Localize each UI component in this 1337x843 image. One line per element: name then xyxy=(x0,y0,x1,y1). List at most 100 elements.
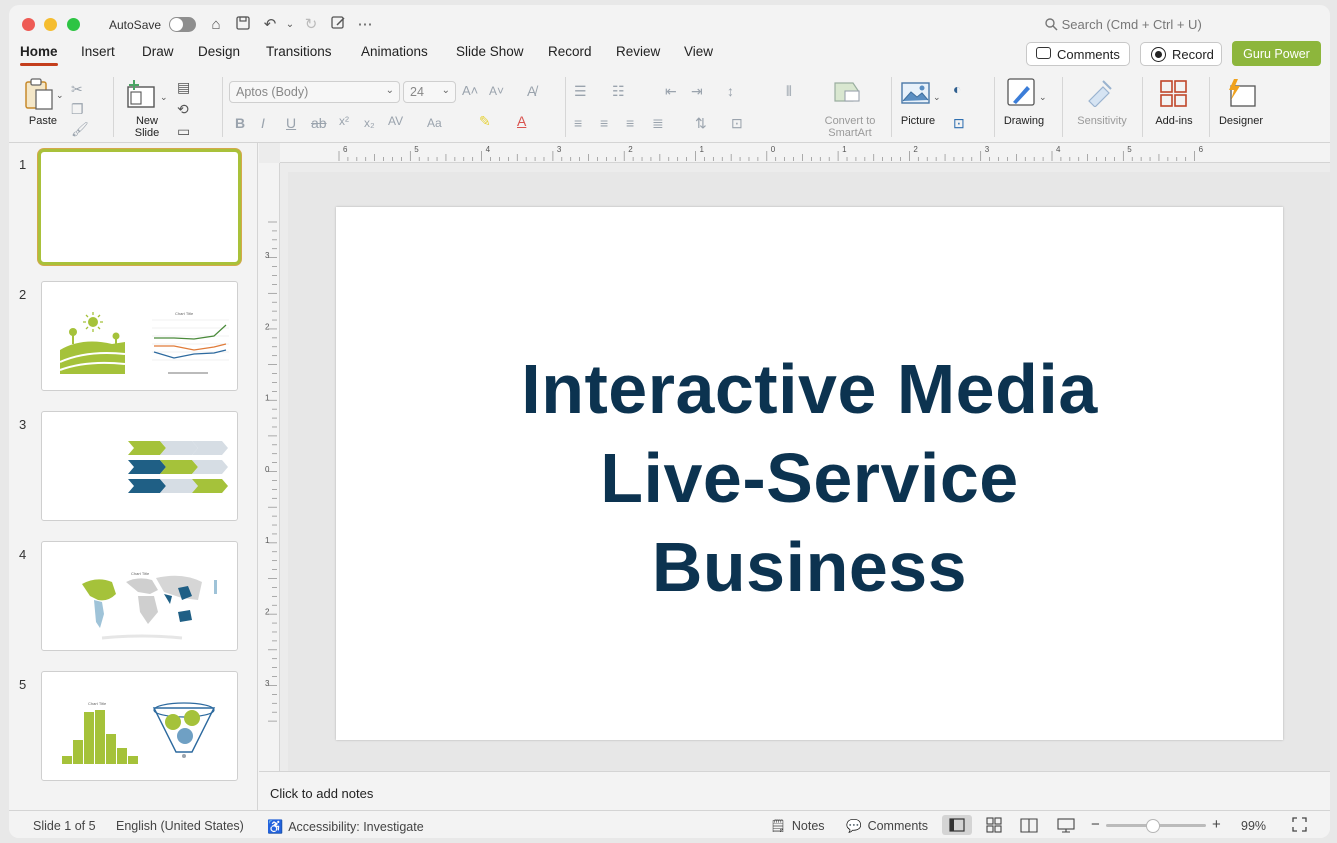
ruler-label: 2 xyxy=(265,608,270,617)
strikethrough-icon[interactable]: ab xyxy=(311,115,327,131)
tab-transitions[interactable]: Transitions xyxy=(266,44,332,59)
drawing-button[interactable]: ⌄ Drawing xyxy=(1002,75,1052,135)
slide-thumbnail-1[interactable] xyxy=(38,149,241,265)
redo-icon[interactable]: ↻ xyxy=(302,16,320,34)
accessibility-status[interactable]: ♿ Accessibility: Investigate xyxy=(267,819,424,835)
zoom-in-button[interactable]: + xyxy=(1212,816,1221,833)
picture-button[interactable]: ⌄ Picture xyxy=(897,75,947,135)
reset-icon[interactable]: ⟲ xyxy=(177,101,189,117)
designer-icon xyxy=(1229,79,1256,107)
save-icon[interactable] xyxy=(234,16,252,35)
columns-icon[interactable]: ⫴ xyxy=(786,83,792,99)
sensitivity-button[interactable]: Sensitivity xyxy=(1071,75,1133,135)
numbering-icon[interactable]: ☷ xyxy=(612,83,625,99)
picture-dropdown-chevron-icon[interactable]: ⌄ xyxy=(933,89,941,105)
horizontal-ruler[interactable]: 6 5 4 3 2 1 0 1 2 3 4 5 6 xyxy=(280,143,1330,163)
reading-view-button[interactable] xyxy=(1014,815,1044,835)
drawing-dropdown-chevron-icon[interactable]: ⌄ xyxy=(1039,89,1047,105)
superscript-icon[interactable]: x² xyxy=(339,113,349,129)
underline-icon[interactable]: U xyxy=(286,115,296,131)
decrease-indent-icon[interactable]: ⇤ xyxy=(665,83,677,99)
change-case-icon[interactable]: Aa xyxy=(427,115,442,131)
more-options-icon[interactable]: ⋯ xyxy=(356,16,374,34)
format-painter-icon[interactable]: 🖌 xyxy=(71,121,89,137)
decrease-font-size-icon[interactable]: A˅ xyxy=(489,83,504,99)
search-box[interactable]: Search (Cmd + Ctrl + U) xyxy=(1045,17,1202,32)
align-center-icon[interactable]: ≡ xyxy=(600,115,608,131)
ribbon-separator xyxy=(222,77,223,137)
slide-sorter-button[interactable] xyxy=(979,815,1009,835)
zoom-level[interactable]: 99% xyxy=(1241,819,1266,833)
tab-record[interactable]: Record xyxy=(548,44,592,59)
tab-review[interactable]: Review xyxy=(616,44,660,59)
slide-show-button[interactable] xyxy=(1051,815,1081,835)
undo-dropdown-chevron-icon[interactable]: ⌄ xyxy=(281,16,299,34)
layout-icon[interactable]: ▤ xyxy=(177,79,190,95)
guru-power-button[interactable]: Guru Power xyxy=(1232,41,1321,66)
line-spacing-icon[interactable]: ↕ xyxy=(727,83,734,99)
comment-icon: 💬 xyxy=(846,819,862,833)
tab-animations[interactable]: Animations xyxy=(361,44,428,59)
zoom-window-button[interactable] xyxy=(67,18,80,31)
home-icon[interactable]: ⌂ xyxy=(207,16,225,34)
notes-pane[interactable]: Click to add notes xyxy=(259,771,1330,810)
slide-number: 3 xyxy=(19,417,27,432)
language-indicator[interactable]: English (United States) xyxy=(116,819,244,833)
comments-button[interactable]: Comments xyxy=(1026,42,1130,66)
font-size-select[interactable]: 24 ⌄ xyxy=(403,81,456,103)
text-box-icon[interactable]: ⊡ xyxy=(953,115,965,131)
tab-slide-show[interactable]: Slide Show xyxy=(456,44,524,59)
align-left-icon[interactable]: ≡ xyxy=(574,115,582,131)
tab-view[interactable]: View xyxy=(684,44,713,59)
tab-design[interactable]: Design xyxy=(198,44,240,59)
slide-thumbnail-4[interactable]: Chart Title xyxy=(41,541,238,651)
bold-icon[interactable]: B xyxy=(235,115,245,131)
highlight-color-icon[interactable]: ✎ xyxy=(479,113,491,129)
fit-to-window-icon[interactable] xyxy=(1292,817,1307,835)
tab-insert[interactable]: Insert xyxy=(81,44,115,59)
tab-draw[interactable]: Draw xyxy=(142,44,174,59)
copy-icon[interactable]: ❐ xyxy=(71,101,84,117)
zoom-slider-thumb[interactable] xyxy=(1146,819,1160,833)
character-spacing-icon[interactable]: AV xyxy=(388,113,403,129)
current-slide[interactable]: Interactive Media Live-Service Business xyxy=(336,207,1283,740)
justify-icon[interactable]: ≣ xyxy=(652,115,664,131)
clear-formatting-icon[interactable]: A̸ xyxy=(527,83,536,99)
new-slide-dropdown-chevron-icon[interactable]: ⌄ xyxy=(160,89,168,105)
increase-font-size-icon[interactable]: A˄ xyxy=(462,83,478,99)
tab-home[interactable]: Home xyxy=(20,44,58,59)
designer-button[interactable]: Designer xyxy=(1216,75,1266,135)
autosave-toggle[interactable] xyxy=(169,17,196,32)
slide-thumbnail-3[interactable] xyxy=(41,411,238,521)
increase-indent-icon[interactable]: ⇥ xyxy=(691,83,703,99)
font-color-icon[interactable]: A xyxy=(517,113,526,129)
customize-icon[interactable] xyxy=(329,16,347,35)
italic-icon[interactable]: I xyxy=(261,115,265,131)
close-window-button[interactable] xyxy=(22,18,35,31)
undo-icon[interactable]: ↶ xyxy=(261,16,279,34)
align-text-icon[interactable]: ⊡ xyxy=(731,115,743,131)
clipboard-icon xyxy=(25,78,53,110)
slide-title-textbox[interactable]: Interactive Media Live-Service Business xyxy=(336,345,1283,612)
slide-thumbnail-2[interactable]: Chart Title xyxy=(41,281,238,391)
text-direction-icon[interactable]: ⇅ xyxy=(695,115,707,131)
vertical-ruler[interactable]: 3 2 1 0 1 2 3 xyxy=(259,163,280,771)
normal-view-button[interactable] xyxy=(942,815,972,835)
zoom-out-button[interactable]: − xyxy=(1091,816,1100,833)
addins-button[interactable]: Add-ins xyxy=(1149,75,1199,135)
comments-toggle[interactable]: 💬 Comments xyxy=(846,819,928,834)
shapes-icon[interactable]: ◐ xyxy=(953,81,961,97)
section-icon[interactable]: ▭ xyxy=(177,123,190,139)
paste-dropdown-chevron-icon[interactable]: ⌄ xyxy=(56,87,64,103)
slide-thumbnail-5[interactable]: Chart Title xyxy=(41,671,238,781)
record-button[interactable]: Record xyxy=(1140,42,1222,66)
cut-icon[interactable]: ✂ xyxy=(71,81,83,97)
align-right-icon[interactable]: ≡ xyxy=(626,115,634,131)
bullets-icon[interactable]: ☰ xyxy=(574,83,587,99)
minimize-window-button[interactable] xyxy=(44,18,57,31)
font-name-select[interactable]: Aptos (Body) ⌄ xyxy=(229,81,400,103)
subscript-icon[interactable]: x₂ xyxy=(364,115,375,131)
convert-smartart-button[interactable]: Convert to SmartArt xyxy=(815,75,885,139)
ribbon-tabs: Home Insert Draw Design Transitions Anim… xyxy=(9,39,1330,69)
notes-toggle[interactable]: 🗒 Notes xyxy=(770,819,825,834)
